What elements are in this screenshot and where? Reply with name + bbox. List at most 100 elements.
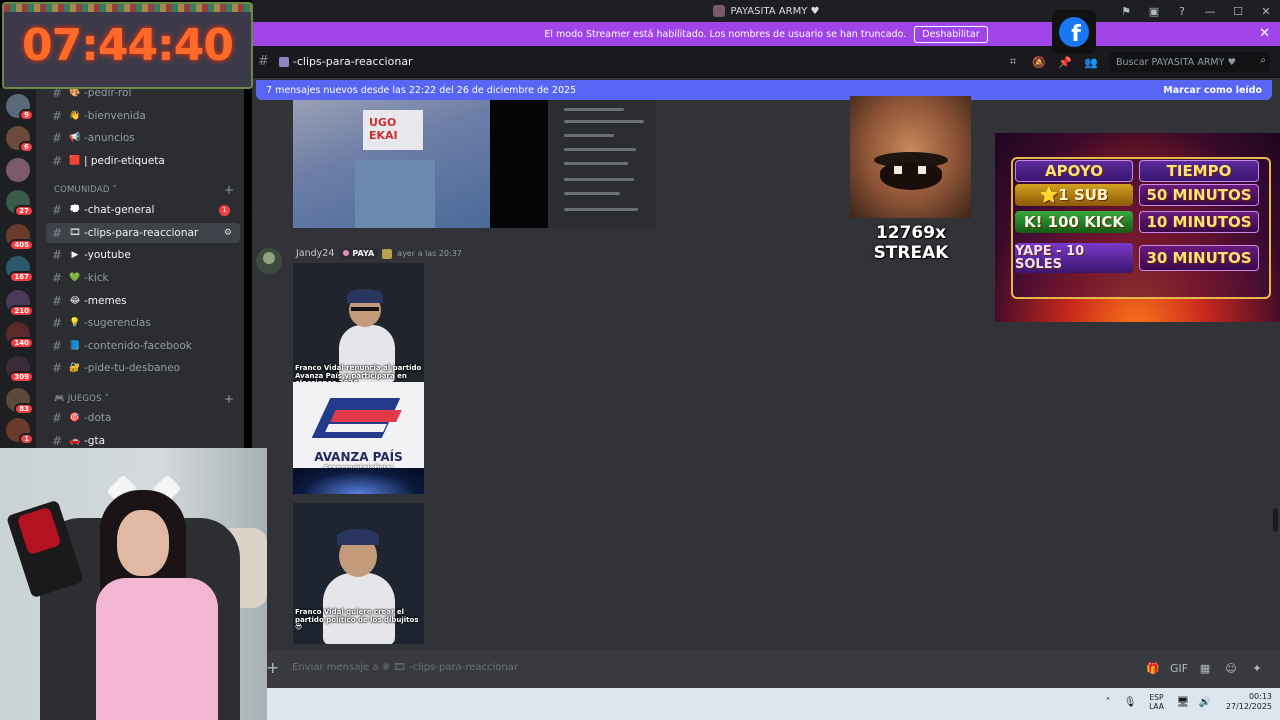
mark-as-read-button[interactable]: Marcar como leído (1163, 85, 1262, 96)
attachment-photo[interactable]: UGO EKAI (293, 100, 490, 228)
server-icon (712, 5, 725, 17)
server-icon[interactable]: 1 (6, 418, 34, 445)
server-icon[interactable]: 210 (6, 290, 34, 317)
sidebar-item-pide-tu-desbaneo[interactable]: # 🔐 -pide-tu-desbaneo (46, 358, 240, 378)
screenshot-line (564, 178, 634, 181)
server-icon[interactable]: 6 (6, 126, 34, 153)
sticker-icon[interactable]: ▦ (1192, 658, 1218, 678)
sidebar-item-dota[interactable]: # 🎯 -dota (46, 408, 240, 428)
chat-scrollbar[interactable] (1273, 508, 1278, 532)
hash-icon: # (258, 54, 269, 69)
role-badge-icon (382, 248, 393, 259)
search-input[interactable]: Buscar PAYASITA ARMY ♥ ⌕ (1110, 52, 1270, 72)
server-icon[interactable]: 309 (6, 356, 34, 383)
sidebar-item-kick[interactable]: # 💚 -kick (46, 268, 240, 288)
streak-meme-image (850, 96, 971, 218)
chevron-up-icon[interactable]: ˄ (1097, 697, 1119, 708)
screenshot-line (564, 162, 628, 165)
add-channel-icon[interactable]: + (224, 392, 234, 406)
film-icon (278, 56, 289, 67)
language-indicator[interactable]: ESP LAA (1149, 693, 1164, 711)
mouth (880, 162, 942, 190)
shirt: UGO EKAI (363, 110, 423, 150)
screenshot-line (564, 192, 620, 195)
taskbar-clock[interactable]: 00:13 27/12/2025 (1226, 692, 1272, 712)
maximize-icon[interactable]: ☐ (1224, 0, 1252, 22)
table-row: K! 100 KICK 10 MINUTOS (1015, 210, 1267, 234)
avanza-pais-logo-clip[interactable]: AVANZA PAÍS Francovidaloficial (293, 382, 424, 494)
apps-icon[interactable]: ✦ (1244, 658, 1270, 678)
close-icon[interactable]: ✕ (1252, 0, 1280, 22)
video-clip-1[interactable]: Franco Vidal renuncia al partido Avanza … (293, 263, 424, 383)
screen-share-icon[interactable]: ▣ (1140, 0, 1168, 22)
attachment-chat-screenshot[interactable] (548, 100, 656, 228)
person-cap (337, 529, 379, 545)
microphone-icon[interactable]: 🎙 (1119, 697, 1141, 708)
volume-icon[interactable]: 🔊 (1194, 697, 1216, 708)
screen: PAYASITA ARMY ♥ ⚑ ▣ ? — ☐ ✕ El modo Stre… (0, 0, 1280, 720)
server-icon[interactable] (6, 158, 30, 182)
server-icon[interactable]: 83 (6, 388, 34, 415)
invite-settings-icon: ⚙ (223, 228, 232, 238)
streamer-mode-banner: El modo Streamer está habilitado. Los no… (252, 22, 1280, 46)
threads-icon[interactable]: ⌗ (1000, 52, 1026, 72)
server-icon[interactable]: 27 (6, 190, 34, 217)
network-icon[interactable]: 🖥 (1172, 697, 1194, 708)
channel-sidebar: # 🎨 -pedir-rol # 👋 -bienvenida # 📢 -anuncios #… (36, 88, 244, 448)
sidebar-item-memes[interactable]: # 😂 -memes (46, 291, 240, 311)
server-icon[interactable]: 140 (6, 322, 34, 349)
gift-icon[interactable]: 🎁 (1140, 658, 1166, 678)
new-messages-bar[interactable]: 7 mensajes nuevos desde las 22:22 del 26… (256, 80, 1272, 100)
message-composer[interactable]: + Enviar mensaje a # 🎞 -clips-para-reacc… (252, 650, 1280, 688)
streamer-top (96, 578, 218, 720)
members-icon[interactable]: 👥 (1078, 52, 1104, 72)
search-placeholder: Buscar PAYASITA ARMY ♥ (1116, 56, 1236, 68)
message-avatar[interactable] (256, 248, 282, 274)
sidebar-item-anuncios[interactable]: # 📢 -anuncios (46, 128, 240, 148)
sidebar-item-sugerencias[interactable]: # 💡 -sugerencias (46, 313, 240, 333)
jeans (355, 160, 435, 228)
message-username[interactable]: Jandy24 (296, 248, 334, 259)
row-time: 50 MINUTOS (1139, 184, 1259, 206)
help-icon[interactable]: ? (1168, 0, 1196, 22)
message-header: Jandy24 PAYA ayer a las 20:37 (296, 248, 462, 259)
sidebar-item-pedir-rol[interactable]: # 🎨 -pedir-rol (46, 88, 240, 103)
header-tiempo: TIEMPO (1139, 160, 1259, 182)
message-timestamp: ayer a las 20:37 (397, 249, 462, 258)
logo-gap (325, 424, 387, 432)
banner-close-icon[interactable]: ✕ (1259, 26, 1270, 41)
sidebar-item-youtube[interactable]: # ▶ -youtube (46, 245, 240, 265)
emoji-icon[interactable]: ☺ (1218, 658, 1244, 678)
mute-bell-icon[interactable]: 🔕 (1026, 52, 1052, 72)
server-icon[interactable]: 167 (6, 256, 34, 283)
sidebar-item-clips-para-reaccionar[interactable]: # 🎞 -clips-para-reaccionar ⚙ (46, 223, 240, 243)
unread-badge: 1 (219, 204, 230, 216)
sidebar-item-bienvenida[interactable]: # 👋 -bienvenida (46, 106, 240, 126)
screenshot-line (564, 134, 614, 137)
facebook-icon: f (1052, 10, 1096, 54)
row-time: 30 MINUTOS (1139, 245, 1259, 271)
clip-caption: Franco Vidal quiere crear el partido pol… (295, 608, 419, 632)
category-juegos[interactable]: 🎮 JUEGOS ˅ (54, 394, 109, 404)
sidebar-item-gta[interactable]: # 🚗 -gta (46, 431, 240, 448)
gif-icon[interactable]: GIF (1166, 658, 1192, 678)
titlebar-controls: ⚑ ▣ ? — ☐ ✕ (1112, 0, 1280, 22)
video-clip-2[interactable]: Franco Vidal quiere crear el partido pol… (293, 503, 424, 644)
attachment-black-frame[interactable] (490, 100, 548, 228)
channel-title: -clips-para-reaccionar (292, 55, 413, 68)
sidebar-item-pedir-etiqueta[interactable]: # 🟥 | pedir-etiqueta (46, 151, 240, 171)
flag-icon[interactable]: ⚑ (1112, 0, 1140, 22)
composer-tools: 🎁 GIF ▦ ☺ ✦ (1140, 658, 1270, 678)
server-icon[interactable]: 405 (6, 224, 34, 251)
sidebar-item-chat-general[interactable]: # 💭 -chat-general 1 (46, 200, 240, 220)
attach-plus-icon[interactable]: + (266, 658, 286, 678)
sidebar-item-contenido-facebook[interactable]: # 📘 -contenido-facebook (46, 336, 240, 356)
sunglasses (351, 307, 379, 311)
server-icon[interactable]: 9 (6, 94, 34, 121)
add-channel-icon[interactable]: + (224, 183, 234, 197)
role-tag: PAYA (339, 248, 379, 259)
category-comunidad[interactable]: COMUNIDAD ˅ (54, 185, 117, 195)
minimize-icon[interactable]: — (1196, 0, 1224, 22)
pin-icon[interactable]: 📌 (1052, 52, 1078, 72)
disable-streamer-button[interactable]: Deshabilitar (914, 25, 988, 43)
